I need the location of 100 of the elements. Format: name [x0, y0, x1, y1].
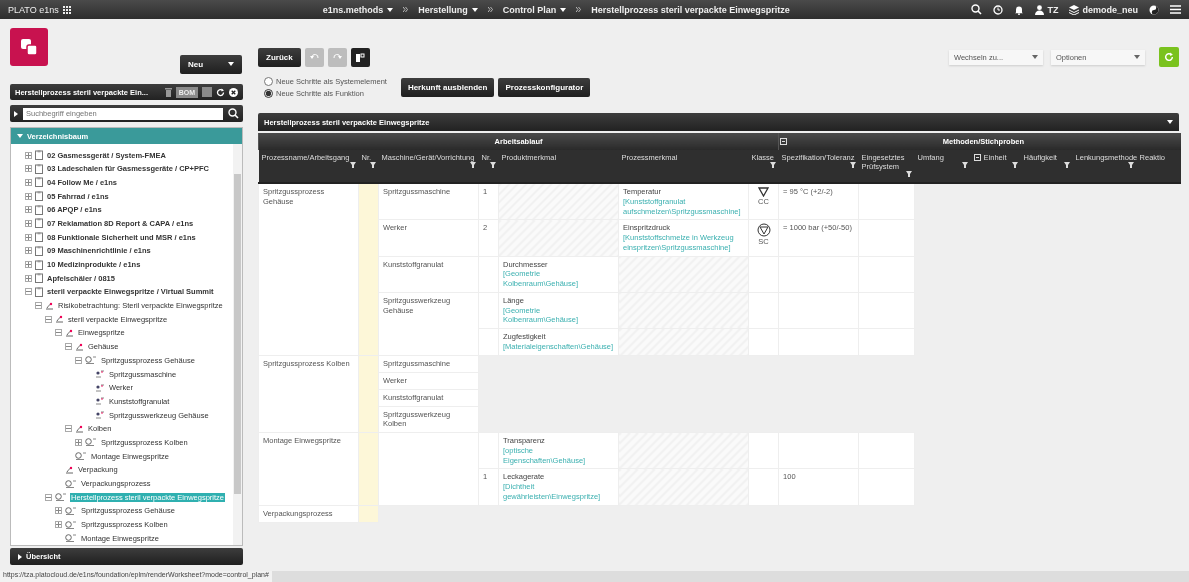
process-icon [85, 438, 97, 447]
collapse-toggle[interactable] [65, 425, 72, 433]
function-icon [75, 424, 84, 433]
caret-icon [471, 7, 478, 12]
collapse-toggle[interactable] [45, 315, 52, 323]
chevron-icon [403, 7, 409, 12]
chevron-icon [576, 7, 582, 12]
function-icon [65, 328, 74, 337]
process-icon [75, 452, 87, 461]
filter-icon[interactable] [849, 162, 856, 168]
logo-squares-icon [20, 38, 38, 56]
breadcrumb-link[interactable]: Control Plan [502, 4, 567, 15]
filter-icon[interactable] [489, 162, 496, 168]
process-icon [65, 479, 77, 488]
yin-yang-icon[interactable] [1149, 4, 1159, 15]
radio-button[interactable] [264, 77, 273, 86]
caret-icon [560, 7, 567, 12]
expand-toggle[interactable] [25, 247, 32, 255]
filter-icon[interactable] [769, 162, 776, 168]
clipboard-icon [35, 163, 43, 174]
expand-toggle[interactable] [25, 165, 32, 173]
refresh-icon[interactable] [216, 87, 225, 97]
clipboard-icon [35, 245, 43, 256]
process-icon [55, 493, 67, 502]
chevron-icon [487, 7, 493, 12]
bell-icon[interactable] [1014, 4, 1025, 15]
expand-toggle[interactable] [25, 178, 32, 186]
collapse-icon[interactable] [973, 154, 981, 161]
menu-icon[interactable] [1170, 5, 1181, 14]
action-button[interactable]: Herkunft ausblenden [400, 78, 495, 97]
resource-icon [95, 383, 105, 392]
user-initials[interactable]: TZ [1047, 4, 1059, 15]
layers-icon[interactable] [1069, 4, 1080, 15]
breadcrumb-link[interactable]: Herstellung [418, 4, 478, 15]
resource-icon [95, 397, 105, 406]
search-icon[interactable] [228, 108, 239, 120]
resource-icon [95, 411, 105, 420]
filter-icon[interactable] [469, 162, 476, 168]
filter-icon[interactable] [369, 162, 376, 168]
function-icon [55, 315, 64, 324]
clipboard-icon [35, 232, 43, 243]
process-icon [65, 520, 77, 529]
new-button[interactable]: Neu [180, 54, 242, 74]
user-icon[interactable] [1035, 4, 1045, 15]
caret-icon [1032, 55, 1038, 59]
layout-button[interactable] [350, 47, 370, 67]
redo-icon [332, 53, 342, 61]
expand-toggle[interactable] [55, 521, 62, 529]
clipboard-icon [35, 286, 43, 297]
collapse-toggle[interactable] [25, 288, 32, 296]
filter-icon[interactable] [349, 162, 356, 168]
filter-icon[interactable] [905, 171, 912, 177]
clipboard-icon [35, 177, 43, 188]
filter-icon[interactable] [1063, 162, 1070, 168]
collapse-toggle[interactable] [45, 493, 52, 501]
expand-toggle[interactable] [75, 438, 82, 446]
process-icon [65, 534, 77, 543]
function-icon [65, 465, 74, 474]
filter-icon[interactable] [961, 162, 968, 168]
radio-button[interactable] [264, 89, 273, 98]
expand-toggle[interactable] [25, 274, 32, 282]
breadcrumb-link[interactable]: e1ns.methods [322, 4, 394, 15]
expand-arrow-icon [18, 553, 22, 560]
expand-toggle[interactable] [55, 507, 62, 515]
process-icon [85, 356, 97, 365]
trash-icon[interactable] [164, 87, 172, 97]
brand-name: PLATO e1ns [8, 4, 59, 15]
collapse-toggle[interactable] [35, 302, 42, 310]
expand-arrow-icon[interactable] [14, 110, 18, 117]
function-icon [45, 301, 54, 310]
expand-toggle[interactable] [25, 151, 32, 159]
action-button[interactable]: Prozesskonfigurator [498, 78, 591, 97]
clipboard-icon [35, 150, 43, 160]
collapse-toggle[interactable] [75, 356, 82, 364]
clock-icon[interactable] [993, 4, 1004, 15]
filter-icon[interactable] [1011, 162, 1018, 168]
breadcrumb-link[interactable]: Herstellprozess steril verpackte Einwegspritze [591, 4, 790, 15]
caret-icon [1167, 120, 1173, 124]
clipboard-icon [35, 191, 43, 202]
filter-icon[interactable] [1127, 162, 1134, 168]
resource-icon [95, 370, 105, 378]
workspace-name[interactable]: demode_neu [1082, 4, 1138, 15]
collapse-toggle[interactable] [55, 329, 62, 337]
expand-toggle[interactable] [25, 192, 32, 200]
expand-toggle[interactable] [25, 233, 32, 241]
back-button[interactable]: Zurück [258, 47, 301, 67]
scrollbar[interactable] [233, 144, 242, 546]
caret-icon [228, 62, 234, 67]
collapse-icon[interactable] [780, 138, 788, 145]
close-icon[interactable] [229, 87, 238, 97]
apps-grid-icon[interactable] [62, 5, 71, 14]
collapse-caret-icon [17, 134, 23, 139]
caret-icon [1134, 55, 1140, 59]
collapse-toggle[interactable] [65, 343, 72, 351]
expand-toggle[interactable] [25, 261, 32, 268]
expand-toggle[interactable] [25, 206, 32, 214]
app-logo[interactable] [10, 28, 48, 66]
expand-toggle[interactable] [25, 219, 32, 227]
search-icon[interactable] [971, 4, 983, 15]
refresh-icon [1164, 52, 1174, 62]
